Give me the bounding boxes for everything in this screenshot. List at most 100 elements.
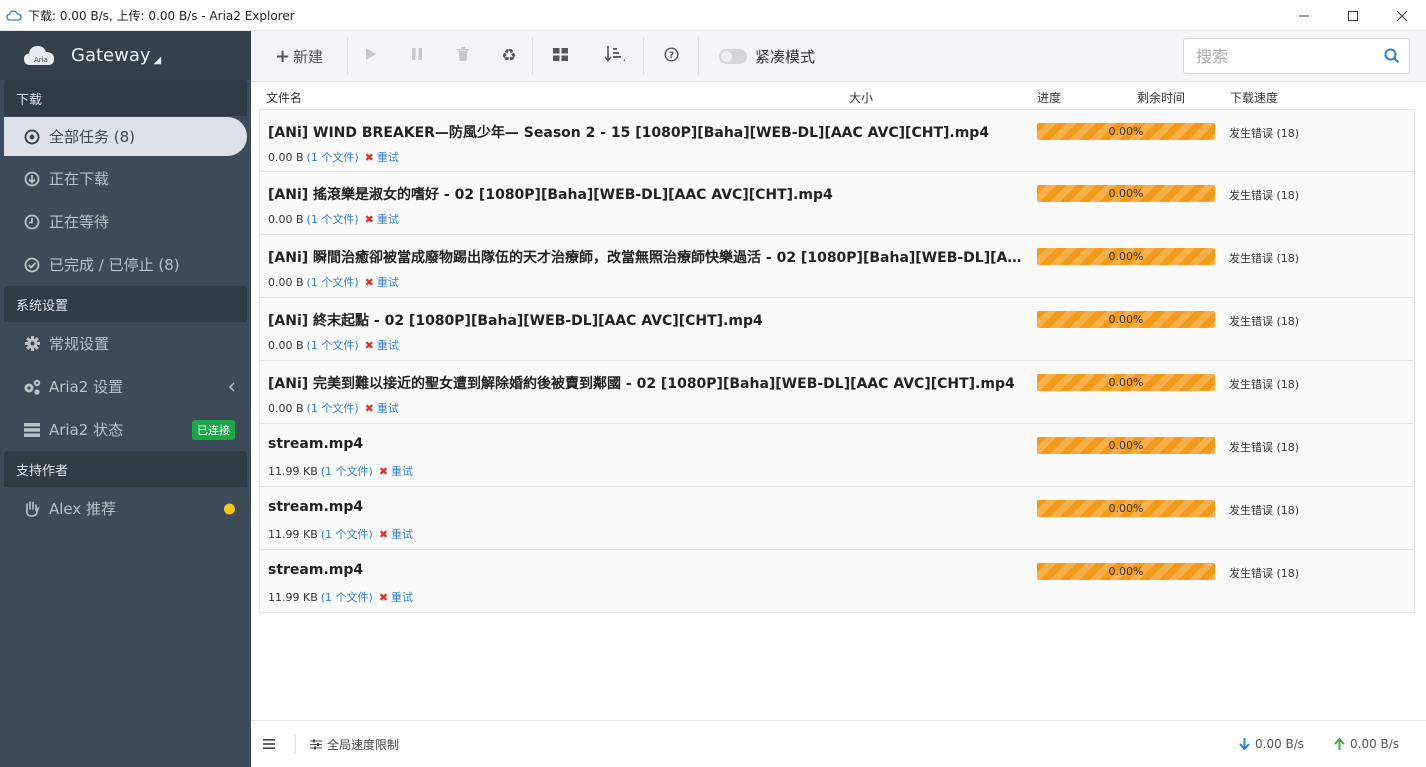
retry-link[interactable]: 重试 [391,465,413,478]
svg-text:?: ? [668,51,673,61]
purge-button[interactable]: ♻ [486,31,532,82]
toggle-switch[interactable] [719,48,747,64]
sidebar-item-label: 正在等待 [49,213,110,231]
help-button[interactable]: ? [644,31,698,82]
task-status: 发生错误 (18) [1229,504,1300,517]
notification-dot [224,503,235,514]
task-files-link[interactable]: (1 个文件) [321,465,373,478]
task-name: [ANi] 瞬間治癒卻被當成廢物踢出隊伍的天才治療師，改當無照治療師快樂過活 -… [268,250,1028,266]
task-files-link[interactable]: (1 个文件) [307,402,359,415]
compact-mode-toggle[interactable]: 紧凑模式 [699,31,815,82]
sidebar-item-label: 已完成 / 已停止 (8) [49,256,180,274]
task-row[interactable]: [ANi] WIND BREAKER—防風少年— Season 2 - 15 [… [259,109,1415,172]
new-task-button[interactable]: + 新建 [251,31,347,82]
task-name: stream.mp4 [268,499,364,515]
sidebar-header[interactable]: Aria Gateway ◢ [0,31,251,80]
sidebar-item-all-tasks[interactable]: 全部任务 (8) [4,117,247,156]
task-meta: 0.00 B (1 个文件) ✖ 重试 [268,149,399,165]
delete-button[interactable] [440,31,486,82]
task-name: stream.mp4 [268,562,364,578]
sidebar-item-label: Aria2 设置 [49,378,124,396]
hand-icon [22,499,42,519]
header-progress[interactable]: 进度 [1037,89,1061,106]
arrow-down-icon [1239,738,1250,750]
task-status: 发生错误 (18) [1229,315,1300,328]
header-size[interactable]: 大小 [849,89,873,106]
pause-button[interactable] [394,31,440,82]
task-files-link[interactable]: (1 个文件) [307,151,359,164]
select-all-button[interactable] [533,31,587,82]
retry-link[interactable]: 重试 [377,402,399,415]
download-speed: 0.00 B/s [1239,737,1304,751]
progress-bar: 0.00% [1037,374,1215,391]
new-task-label: 新建 [293,47,324,66]
retry-link[interactable]: 重试 [377,339,399,352]
progress-bar: 0.00% [1037,311,1215,328]
maximize-button[interactable] [1328,0,1377,31]
sidebar-item-stopped[interactable]: 已完成 / 已停止 (8) [0,243,251,286]
task-files-link[interactable]: (1 个文件) [307,213,359,226]
sidebar-item-aria2-status[interactable]: Aria2 状态 已连接 [0,408,251,451]
global-speed-limit-button[interactable]: 全局速度限制 [310,736,399,753]
progress-bar: 0.00% [1037,123,1215,140]
group-support-header: 支持作者 [4,451,247,487]
task-status: 发生错误 (18) [1229,127,1300,140]
task-row[interactable]: [ANi] 完美到難以接近的聖女遭到解除婚約後被賣到鄰國 - 02 [1080P… [259,361,1415,424]
task-row[interactable]: stream.mp4 11.99 KB (1 个文件) ✖ 重试 0.00% 发生错误… [259,550,1415,613]
footer-divider [295,735,296,753]
sort-icon [604,45,626,67]
task-row[interactable]: stream.mp4 11.99 KB (1 个文件) ✖ 重试 0.00% 发生错误… [259,487,1415,550]
sort-button[interactable] [587,31,643,82]
task-row[interactable]: [ANi] 瞬間治癒卻被當成廢物踢出隊伍的天才治療師，改當無照治療師快樂過活 -… [259,235,1415,298]
sidebar-item-recommend[interactable]: Alex 推荐 [0,487,251,530]
group-download-header: 下载 [4,80,247,116]
header-name[interactable]: 文件名 [266,89,302,106]
sidebar-item-general-settings[interactable]: 常规设置 [0,322,251,365]
plus-icon: + [274,45,291,67]
sidebar-item-aria2-settings[interactable]: Aria2 设置 [0,365,251,408]
close-button[interactable] [1377,0,1426,31]
question-icon: ? [663,46,679,66]
upload-speed-value: 0.00 B/s [1350,737,1400,751]
menu-icon[interactable] [263,739,277,749]
retry-link[interactable]: 重试 [377,151,399,164]
svg-text:Aria: Aria [34,56,48,64]
task-status: 发生错误 (18) [1229,378,1300,391]
close-icon: ✖ [378,591,389,604]
gateway-label: Gateway [71,45,151,66]
retry-link[interactable]: 重试 [377,276,399,289]
task-name: [ANi] 終末起點 - 02 [1080P][Baha][WEB-DL][AA… [268,313,763,329]
task-row[interactable]: [ANi] 搖滾樂是淑女的嗜好 - 02 [1080P][Baha][WEB-D… [259,172,1415,235]
task-files-link[interactable]: (1 个文件) [307,339,359,352]
task-size: 0.00 B [268,213,304,226]
sidebar-item-label: 常规设置 [49,335,110,353]
task-row[interactable]: stream.mp4 11.99 KB (1 个文件) ✖ 重试 0.00% 发生错误… [259,424,1415,487]
header-speed[interactable]: 下载速度 [1230,89,1278,106]
start-button[interactable] [348,31,394,82]
minimize-button[interactable] [1279,0,1328,31]
sidebar-item-downloading[interactable]: 正在下载 [0,157,251,200]
close-icon: ✖ [364,151,374,164]
aria2-logo-icon: Aria [23,42,55,70]
progress-bar: 0.00% [1037,437,1215,454]
retry-link[interactable]: 重试 [391,591,413,604]
task-row[interactable]: [ANi] 終末起點 - 02 [1080P][Baha][WEB-DL][AA… [259,298,1415,361]
close-icon: ✖ [364,213,374,226]
close-icon: ✖ [364,339,374,352]
retry-link[interactable]: 重试 [377,213,399,226]
status-badge: 已连接 [192,419,235,440]
sidebar-item-waiting[interactable]: 正在等待 [0,200,251,243]
search-icon[interactable] [1384,48,1400,68]
arrow-up-icon [1334,738,1345,750]
group-settings-header: 系统设置 [4,286,247,322]
search-input[interactable] [1184,46,1374,66]
task-files-link[interactable]: (1 个文件) [321,591,373,604]
retry-link[interactable]: 重试 [391,528,413,541]
close-icon: ✖ [364,276,374,289]
task-files-link[interactable]: (1 个文件) [321,528,373,541]
header-remaining[interactable]: 剩余时间 [1137,89,1185,106]
window-titlebar: 下载: 0.00 B/s, 上传: 0.00 B/s - Aria2 Explo… [0,0,1426,31]
sidebar-item-label: 正在下载 [49,170,110,188]
progress-bar: 0.00% [1037,563,1215,580]
task-files-link[interactable]: (1 个文件) [307,276,359,289]
